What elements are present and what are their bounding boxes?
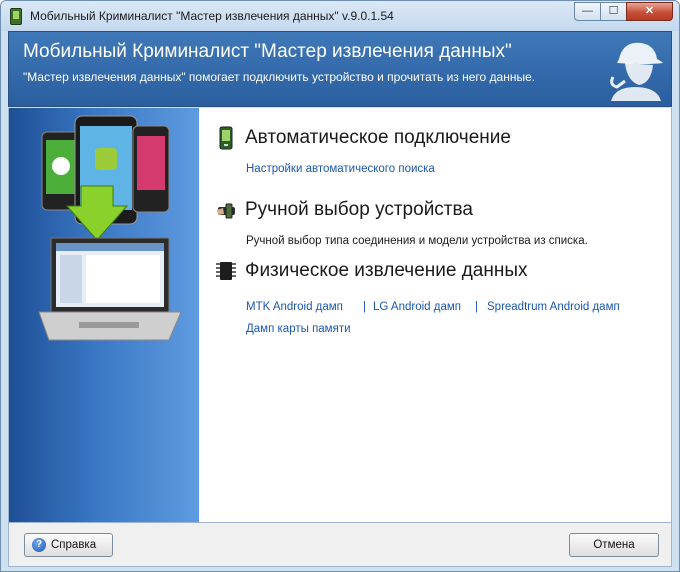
auto-search-settings-link[interactable]: Настройки автоматического поиска <box>246 163 435 175</box>
minimize-button[interactable]: — <box>574 2 601 21</box>
hand-device-icon <box>217 203 235 219</box>
spreadtrum-android-dump-link[interactable]: Spreadtrum Android дамп <box>487 301 620 313</box>
header-subtitle: "Мастер извлечения данных" помогает подк… <box>23 70 536 84</box>
header-banner: Мобильный Криминалист "Мастер извлечения… <box>8 31 672 107</box>
help-button[interactable]: ? Справка <box>24 533 113 557</box>
content-area: Автоматическое подключение Настройки авт… <box>8 108 672 522</box>
manual-select-title[interactable]: Ручной выбор устройства <box>245 199 473 221</box>
title-bar[interactable]: Мобильный Криминалист "Мастер извлечения… <box>1 1 679 31</box>
link-separator: | <box>475 301 478 313</box>
help-icon: ? <box>32 538 46 552</box>
help-button-label: Справка <box>51 539 97 551</box>
memory-card-dump-link[interactable]: Дамп карты памяти <box>246 323 351 335</box>
mtk-android-dump-link[interactable]: MTK Android дамп <box>246 301 343 313</box>
manual-select-description: Ручной выбор типа соединения и модели ус… <box>246 235 588 247</box>
cancel-button[interactable]: Отмена <box>569 533 659 557</box>
maximize-button[interactable]: ☐ <box>600 2 627 21</box>
side-panel <box>9 108 199 522</box>
close-button[interactable]: ✕ <box>626 2 673 21</box>
auto-connect-title[interactable]: Автоматическое подключение <box>245 127 511 149</box>
phone-icon <box>219 126 233 150</box>
link-separator: | <box>363 301 366 313</box>
window-title: Мобильный Криминалист "Мастер извлечения… <box>30 9 394 23</box>
lg-android-dump-link[interactable]: LG Android дамп <box>373 301 461 313</box>
physical-extraction-title[interactable]: Физическое извлечение данных <box>245 260 528 282</box>
chip-icon <box>216 262 236 280</box>
app-icon <box>10 8 22 25</box>
devices-illustration <box>38 115 182 341</box>
header-title: Мобильный Криминалист "Мастер извлечения… <box>23 41 512 62</box>
footer-bar: ? Справка Отмена <box>8 522 672 567</box>
detective-icon <box>610 42 663 101</box>
main-window: Мобильный Криминалист "Мастер извлечения… <box>0 0 680 572</box>
